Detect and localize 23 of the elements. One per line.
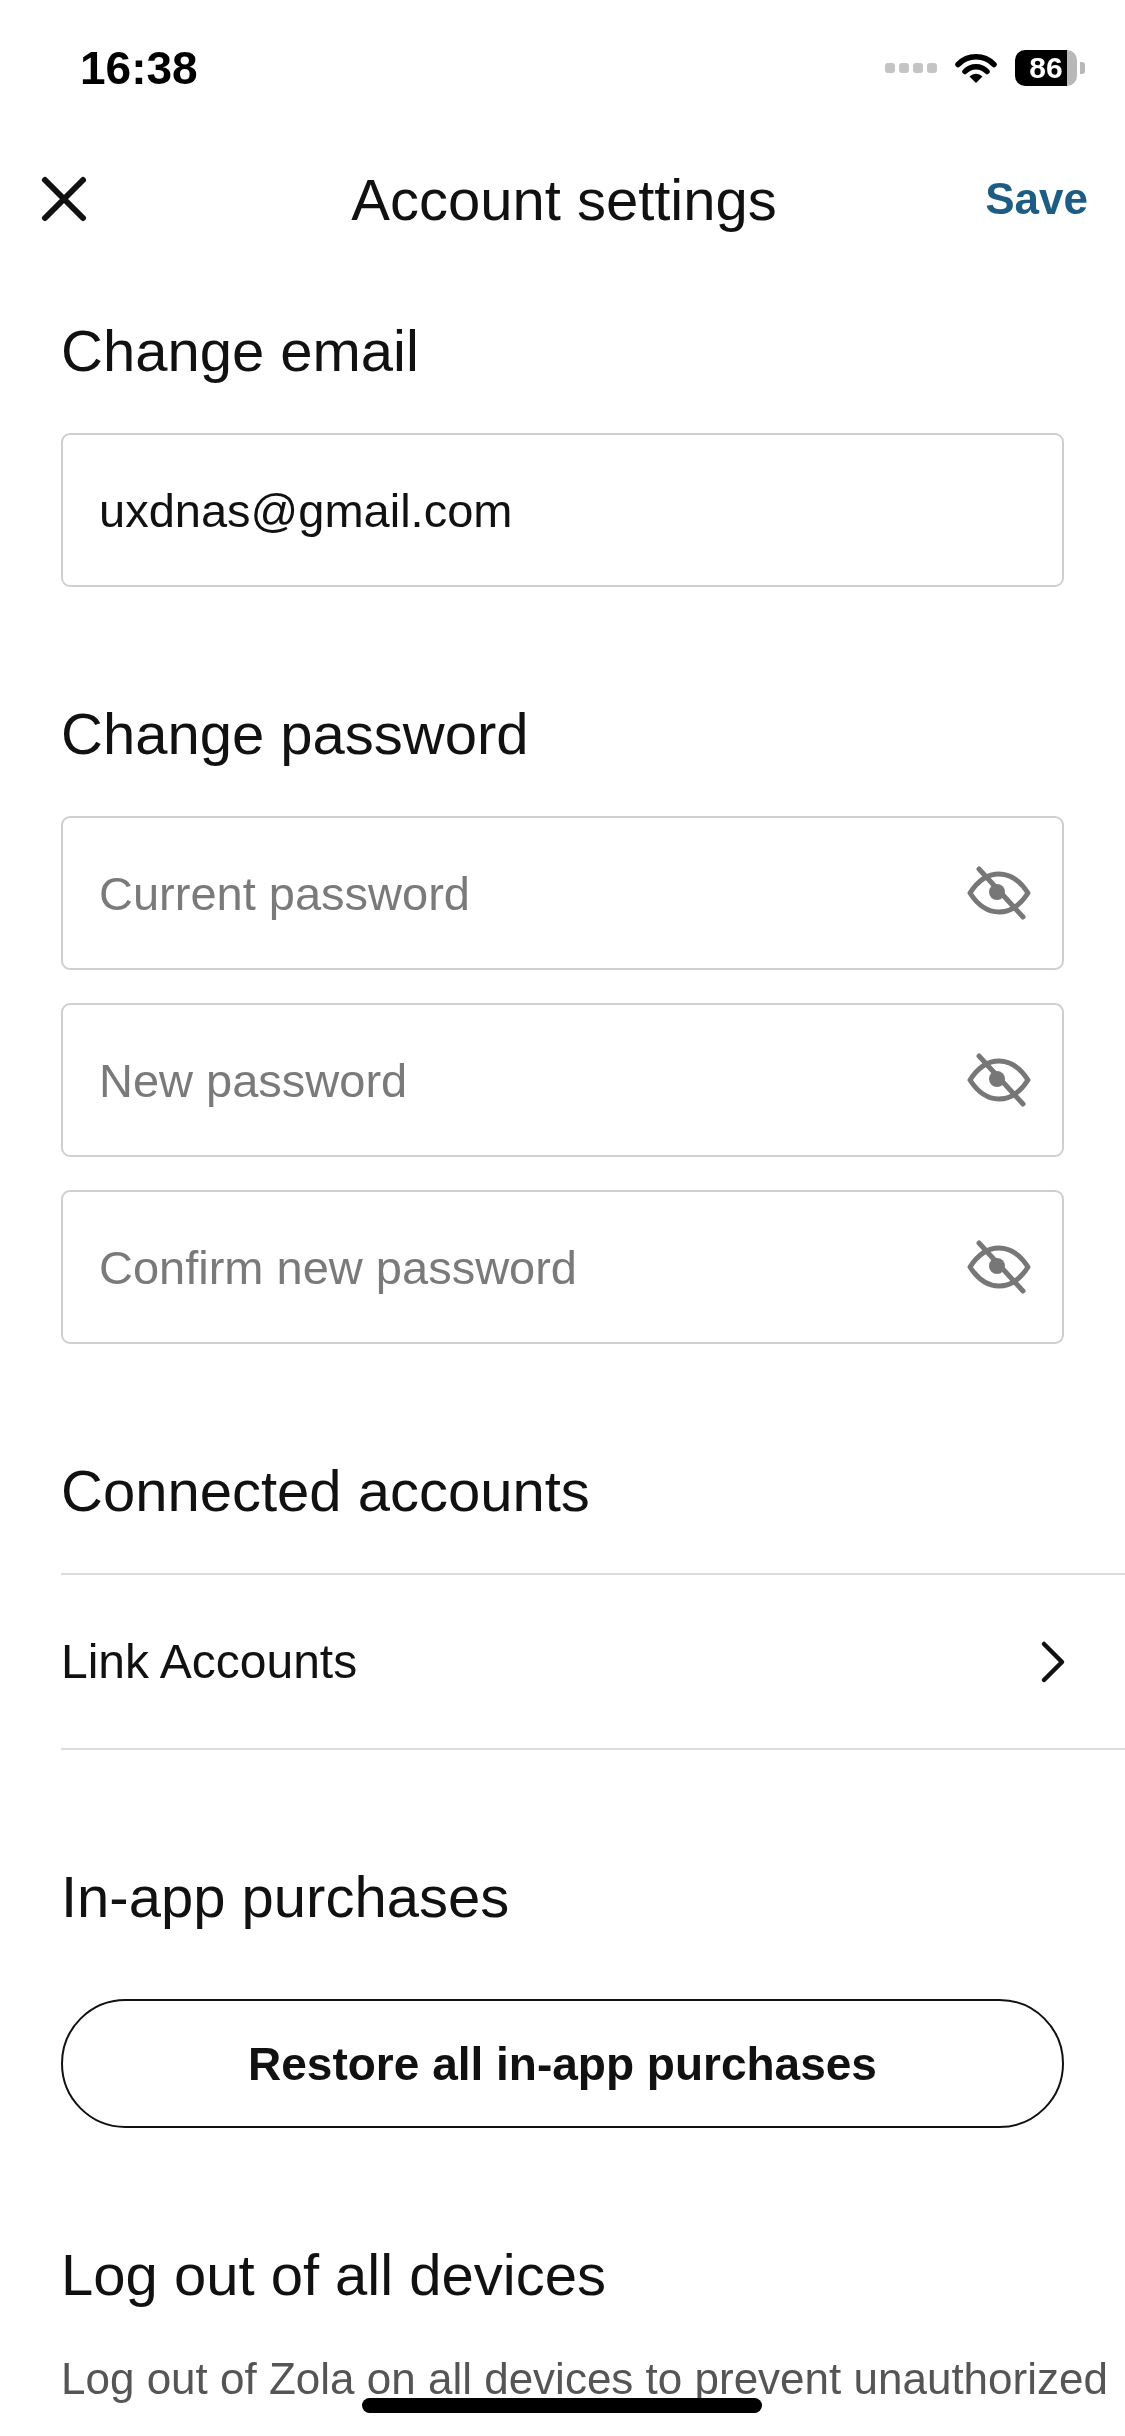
signal-icon bbox=[885, 62, 937, 74]
status-time: 16:38 bbox=[80, 41, 198, 95]
screen-title: Account settings bbox=[351, 165, 777, 233]
password-field[interactable]: New password bbox=[61, 1003, 1064, 1157]
section-heading: Connected accounts bbox=[61, 1457, 591, 1524]
section-heading: Log out of all devices bbox=[61, 2241, 607, 2308]
battery-indicator: 86 bbox=[1015, 50, 1085, 86]
wifi-icon bbox=[955, 52, 997, 84]
close-icon[interactable] bbox=[40, 175, 88, 223]
password-field[interactable]: Confirm new password bbox=[61, 1190, 1064, 1344]
list-item[interactable]: Link Accounts bbox=[61, 1573, 1125, 1750]
section-heading: In-app purchases bbox=[61, 1863, 511, 1930]
email-field[interactable]: uxdnas@gmail.com bbox=[61, 433, 1064, 587]
eye-off-icon[interactable] bbox=[966, 865, 1032, 921]
password-field[interactable]: Current password bbox=[61, 816, 1064, 970]
section-heading: Change email bbox=[61, 317, 420, 384]
section-heading: Change password bbox=[61, 700, 530, 767]
chevron-right-icon bbox=[1040, 1639, 1066, 1684]
restore-button[interactable]: Restore all in-app purchases bbox=[61, 1999, 1064, 2128]
eye-off-icon[interactable] bbox=[966, 1239, 1032, 1295]
description-text: Log out of Zola on all devices to prevent unauthorized bbox=[61, 2354, 1109, 2404]
eye-off-icon[interactable] bbox=[966, 1052, 1032, 1108]
save-button[interactable]: Save bbox=[985, 174, 1088, 224]
